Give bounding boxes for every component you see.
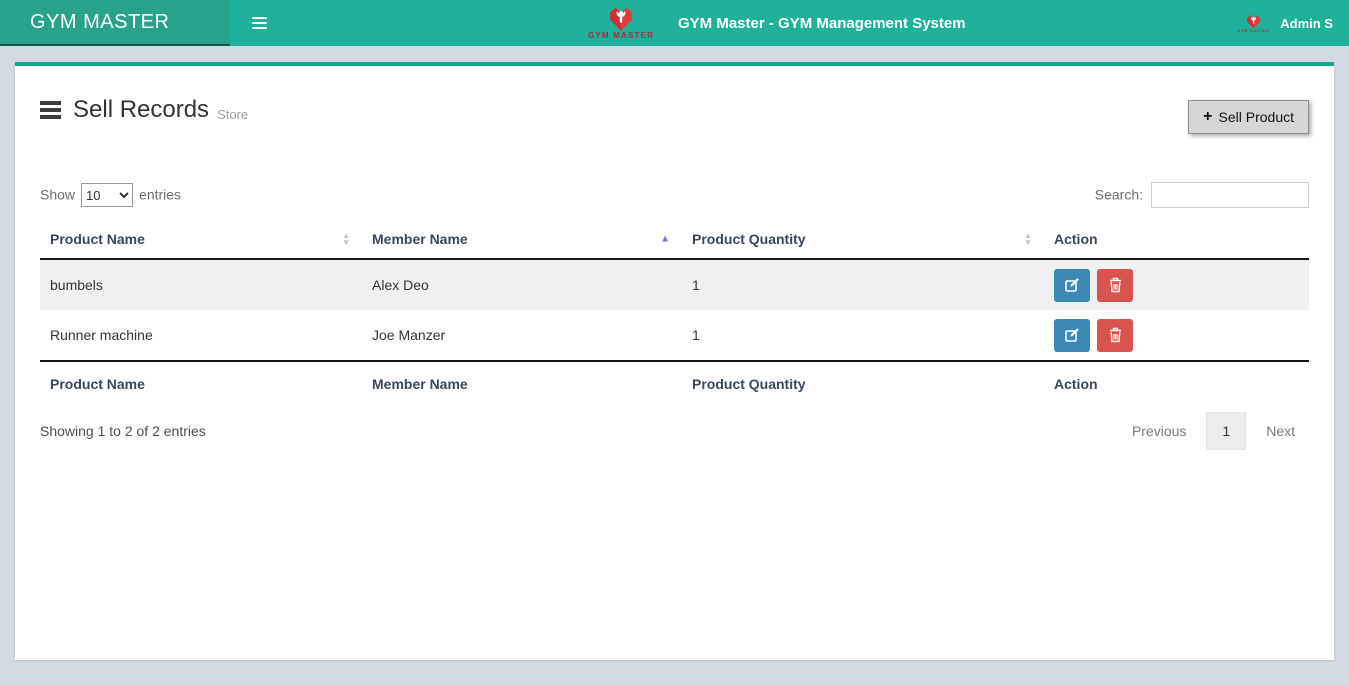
- delete-button[interactable]: [1097, 319, 1133, 352]
- page-length-select[interactable]: 10: [81, 183, 133, 207]
- brand-logo[interactable]: GYM MASTER: [0, 0, 230, 46]
- trash-icon: [1108, 277, 1123, 293]
- cell-product-name: bumbels: [40, 259, 362, 310]
- content-card: Sell Records Store + Sell Product Show 1…: [15, 62, 1334, 660]
- entries-info: Showing 1 to 2 of 2 entries: [40, 423, 206, 439]
- search-input[interactable]: [1151, 182, 1309, 208]
- search-control: Search:: [1095, 182, 1309, 208]
- cell-product-name: Runner machine: [40, 310, 362, 361]
- delete-button[interactable]: [1097, 269, 1133, 302]
- title-wrap: Sell Records Store: [40, 96, 248, 124]
- edit-button[interactable]: [1054, 269, 1090, 302]
- header-member-name[interactable]: Member Name ▲: [362, 220, 682, 259]
- logo-caption-small: GYM MASTER: [1237, 28, 1269, 33]
- edit-pencil-icon: [1064, 277, 1080, 293]
- cell-product-quantity: 1: [682, 259, 1044, 310]
- pagination-page-1[interactable]: 1: [1206, 412, 1246, 450]
- cell-member-name: Joe Manzer: [362, 310, 682, 361]
- table-footer: Showing 1 to 2 of 2 entries Previous 1 N…: [40, 412, 1309, 450]
- page-subtitle: Store: [217, 107, 248, 122]
- table-row: Runner machine Joe Manzer 1: [40, 310, 1309, 361]
- pagination: Previous 1 Next: [1118, 412, 1309, 450]
- top-navbar: GYM MASTER GYM MASTER GYM Master - GYM M…: [0, 0, 1349, 46]
- sort-ascending-icon: ▲: [660, 234, 670, 245]
- table-row: bumbels Alex Deo 1: [40, 259, 1309, 310]
- cell-member-name: Alex Deo: [362, 259, 682, 310]
- navbar-center: GYM MASTER GYM Master - GYM Management S…: [588, 0, 966, 46]
- footer-member-name: Member Name: [362, 361, 682, 406]
- footer-product-quantity: Product Quantity: [682, 361, 1044, 406]
- footer-product-name: Product Name: [40, 361, 362, 406]
- user-avatar-logo: GYM MASTER: [1236, 14, 1270, 33]
- logo-caption: GYM MASTER: [588, 31, 654, 40]
- header-product-quantity[interactable]: Product Quantity ▲▼: [682, 220, 1044, 259]
- edit-button[interactable]: [1054, 319, 1090, 352]
- cell-action: [1044, 259, 1309, 310]
- pagination-next[interactable]: Next: [1252, 413, 1309, 449]
- page-title: Sell Records: [73, 96, 209, 124]
- heart-logo-icon-small: [1245, 14, 1262, 29]
- table-controls: Show 10 entries Search:: [40, 182, 1309, 208]
- brand-text: GYM MASTER: [30, 11, 169, 34]
- table-footer-row: Product Name Member Name Product Quantit…: [40, 361, 1309, 406]
- header-action: Action: [1044, 220, 1309, 259]
- hamburger-icon[interactable]: [248, 10, 271, 36]
- sort-icon: ▲▼: [342, 232, 350, 246]
- user-menu[interactable]: GYM MASTER Admin S: [1236, 14, 1349, 33]
- header-product-name[interactable]: Product Name ▲▼: [40, 220, 362, 259]
- entries-label: entries: [139, 187, 181, 203]
- pagination-previous[interactable]: Previous: [1118, 413, 1200, 449]
- edit-pencil-icon: [1064, 327, 1080, 343]
- footer-action: Action: [1044, 361, 1309, 406]
- search-label: Search:: [1095, 187, 1143, 203]
- page-header: Sell Records Store + Sell Product: [40, 66, 1309, 134]
- sell-records-table: Product Name ▲▼ Member Name ▲ Product Qu…: [40, 220, 1309, 406]
- plus-icon: +: [1203, 111, 1212, 123]
- gym-logo: GYM MASTER: [588, 6, 654, 40]
- app-title: GYM Master - GYM Management System: [678, 15, 966, 32]
- sell-product-label: Sell Product: [1219, 109, 1294, 125]
- heart-logo-icon: [606, 6, 636, 32]
- cell-product-quantity: 1: [682, 310, 1044, 361]
- page-length-control: Show 10 entries: [40, 183, 181, 207]
- sell-product-button[interactable]: + Sell Product: [1188, 100, 1309, 134]
- menu-bars-icon: [40, 98, 61, 123]
- cell-action: [1044, 310, 1309, 361]
- table-header-row: Product Name ▲▼ Member Name ▲ Product Qu…: [40, 220, 1309, 259]
- trash-icon: [1108, 327, 1123, 343]
- sort-icon: ▲▼: [1024, 232, 1032, 246]
- username-label: Admin S: [1280, 16, 1333, 31]
- show-label: Show: [40, 187, 75, 203]
